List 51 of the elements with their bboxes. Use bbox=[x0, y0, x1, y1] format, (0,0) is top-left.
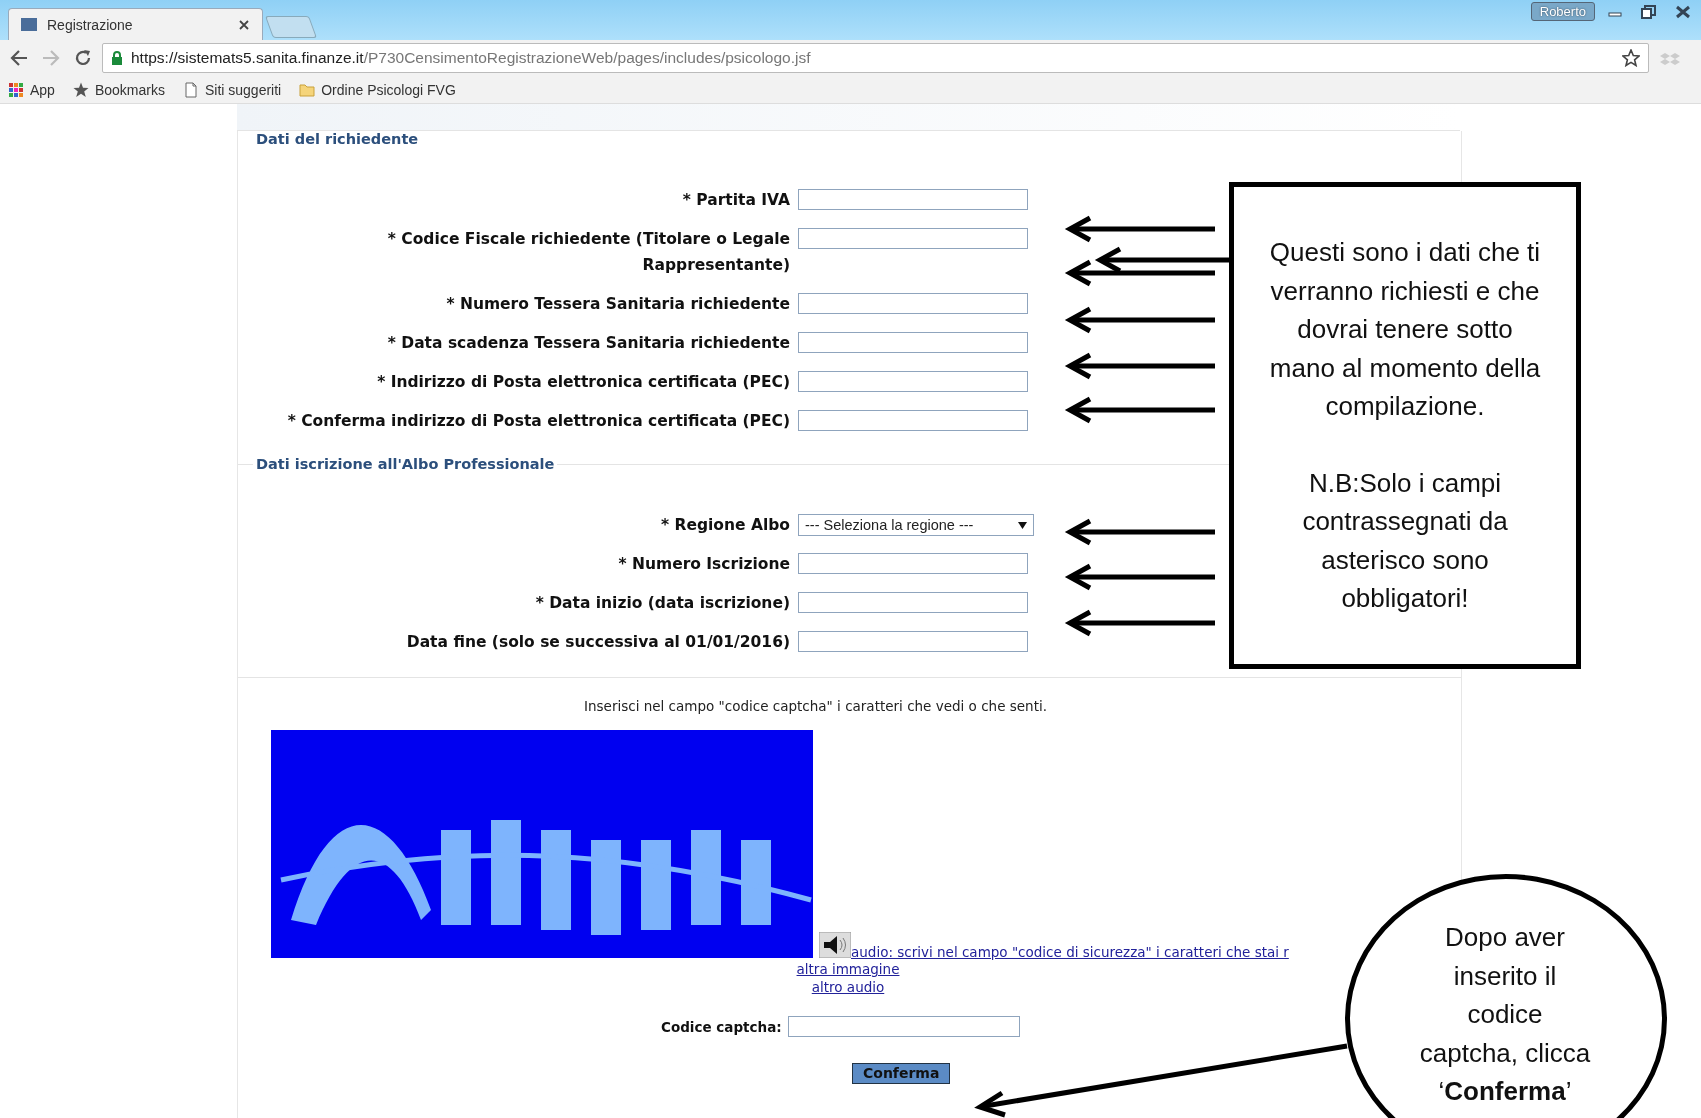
restore-button[interactable] bbox=[1641, 4, 1657, 19]
bookmark-star-icon[interactable] bbox=[1622, 49, 1640, 67]
section-legend: Dati del richiedente bbox=[253, 131, 422, 147]
bookmark-item[interactable]: Siti suggeriti bbox=[182, 81, 282, 98]
captcha-label: Codice captcha: bbox=[661, 1018, 782, 1035]
input-field[interactable] bbox=[798, 293, 1028, 314]
field-label: * Data inizio (data iscrizione) bbox=[534, 593, 791, 614]
input-field[interactable] bbox=[798, 553, 1028, 574]
input-field[interactable] bbox=[798, 631, 1028, 652]
address-bar[interactable]: https://sistemats5.sanita.finanze.it/P730CensimentoRegistrazioneWeb/pages/includes/psicologo.jsf bbox=[102, 43, 1649, 73]
input-field[interactable] bbox=[798, 371, 1028, 392]
page-icon bbox=[182, 81, 199, 98]
captcha-link[interactable]: altro audio bbox=[811, 978, 885, 996]
field-label: * Conferma indirizzo di Posta elettronica certificata (PEC) bbox=[286, 411, 791, 432]
bookmark-item[interactable]: Ordine Psicologi FVG bbox=[299, 81, 456, 98]
apps-grid-icon bbox=[8, 81, 24, 98]
section-legend: Dati iscrizione all'Albo Professionale bbox=[253, 456, 558, 472]
bookmark-item[interactable]: Bookmarks bbox=[72, 81, 165, 98]
captcha-link[interactable]: altra immagine bbox=[796, 960, 900, 978]
star-icon bbox=[72, 81, 89, 98]
lock-icon bbox=[111, 51, 123, 65]
bookmark-item[interactable]: App bbox=[8, 81, 55, 98]
browser-tab[interactable]: Registrazione bbox=[8, 8, 263, 40]
field-label: * Regione Albo bbox=[660, 515, 791, 536]
dropdown-arrow-icon bbox=[1018, 521, 1027, 529]
input-field[interactable] bbox=[798, 592, 1028, 613]
field-label: * Codice Fiscale richiedente (Titolare o Legale Rappresentante) bbox=[386, 229, 791, 276]
input-field[interactable] bbox=[798, 332, 1028, 353]
captcha-instruction: Inserisci nel campo "codice captcha" i caratteri che vedi o che senti. bbox=[584, 698, 1048, 714]
audio-link[interactable]: audio: scrivi nel campo "codice di sicurezza" i caratteri che stai r bbox=[851, 944, 1289, 960]
input-field[interactable] bbox=[798, 228, 1028, 249]
close-window-button[interactable] bbox=[1675, 4, 1691, 19]
confirm-button[interactable]: Conferma bbox=[852, 1063, 951, 1084]
new-tab-button[interactable] bbox=[265, 16, 317, 38]
field-label: Data fine (solo se successiva al 01/01/2016) bbox=[405, 632, 791, 653]
field-label: * Data scadenza Tessera Sanitaria richiedente bbox=[386, 333, 791, 354]
field-label: * Numero Tessera Sanitaria richiedente bbox=[445, 294, 791, 315]
input-field[interactable] bbox=[798, 410, 1028, 431]
note-text: N.B:Solo i campi contrassegnati da asterisco sono obbligatori! bbox=[1301, 466, 1509, 615]
region-dropdown[interactable]: --- Seleziona la regione --- bbox=[798, 514, 1034, 536]
note-text: Questi sono i dati che ti verranno richiesti e che dovrai tenere sotto mano al momento della compilazione. bbox=[1268, 236, 1542, 423]
input-field[interactable] bbox=[798, 189, 1028, 210]
field-label: * Partita IVA bbox=[681, 190, 791, 211]
speaker-icon[interactable] bbox=[819, 932, 851, 958]
bubble-text: Dopo aver inserito il codice captcha, clicca ‘Conferma’ bbox=[1418, 921, 1592, 1108]
close-tab-icon[interactable] bbox=[238, 18, 250, 31]
folder-icon bbox=[299, 81, 316, 98]
site-favicon-icon bbox=[21, 17, 37, 32]
field-label: * Numero Iscrizione bbox=[617, 554, 791, 575]
captcha-input-field[interactable] bbox=[787, 1016, 1020, 1037]
field-label: * Indirizzo di Posta elettronica certificata (PEC) bbox=[376, 372, 791, 393]
